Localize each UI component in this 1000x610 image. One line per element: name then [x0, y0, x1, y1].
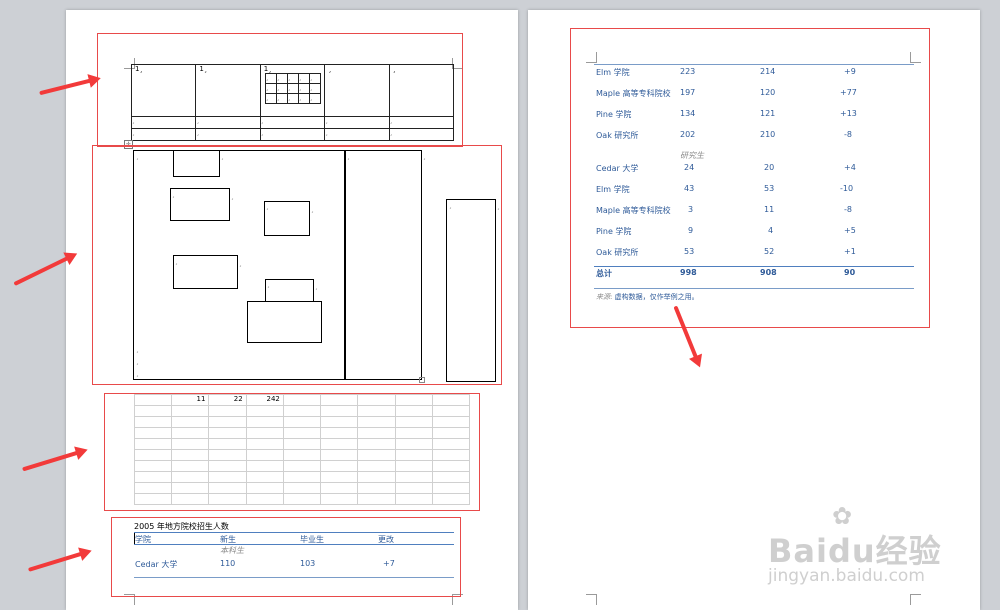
annotation-box: [104, 393, 480, 511]
annotation-box: [92, 145, 502, 385]
annotation-box: [570, 28, 930, 328]
annotation-box: [97, 33, 463, 147]
crop-mark: [586, 594, 597, 605]
watermark-url: jingyan.baidu.com: [768, 566, 925, 586]
paw-icon: ✿: [832, 502, 853, 530]
crop-mark: [910, 594, 921, 605]
annotation-box: [111, 517, 461, 597]
annotation-arrow: [13, 255, 71, 286]
